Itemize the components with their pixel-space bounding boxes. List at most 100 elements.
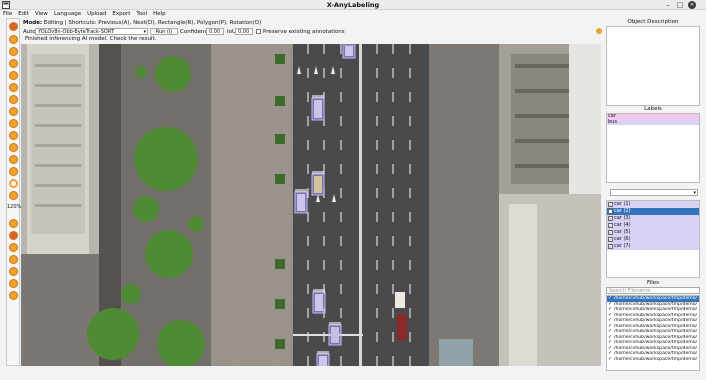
- title-bar: X-AnyLabeling – □ ✕: [0, 0, 706, 10]
- file-path: /home/cvhub/workspace/tmp/demo/: [614, 301, 698, 307]
- object-description-title: Object Description: [627, 19, 679, 25]
- annotation-box: [311, 173, 325, 196]
- mode-prefix: Mode:: [23, 20, 43, 26]
- confidence-input[interactable]: 0.00: [206, 28, 224, 35]
- image-canvas[interactable]: [21, 44, 601, 366]
- mode-panel: Mode: Editing | Shortcuts: Previous(A), …: [22, 19, 602, 44]
- brightness-icon[interactable]: [9, 243, 18, 252]
- annotation-box: [312, 291, 326, 314]
- save-icon[interactable]: [9, 71, 18, 80]
- ai-icon[interactable]: [9, 231, 18, 240]
- shape-item[interactable]: ✓ car (7): [607, 243, 699, 250]
- file-path: /home/cvhub/workspace/tmp/demo/: [614, 318, 698, 323]
- shape-visibility-checkbox[interactable]: ✓: [608, 244, 613, 249]
- zoom-value[interactable]: 120%: [7, 204, 21, 210]
- open-icon[interactable]: [9, 22, 18, 31]
- rectangle-icon[interactable]: [9, 83, 18, 92]
- run-indicator-icon: [596, 28, 602, 34]
- file-path: /home/cvhub/workspace/tmp/demo/: [614, 307, 698, 312]
- file-item[interactable]: ✓/home/cvhub/workspace/tmp/demo/: [607, 357, 699, 363]
- undo-icon[interactable]: [9, 167, 18, 176]
- status-bar: [0, 372, 706, 380]
- chevron-down-icon: ▾: [143, 29, 146, 35]
- auto-label: Auto: [23, 29, 36, 35]
- annotation-box: [316, 353, 330, 366]
- preserve-annotations-checkbox[interactable]: [256, 29, 261, 34]
- shape-item[interactable]: ✓ car (5): [607, 229, 699, 236]
- menu-file[interactable]: File: [0, 10, 15, 17]
- shape-visibility-checkbox[interactable]: ✓: [608, 237, 613, 242]
- shape-item-label: car (5): [614, 229, 631, 235]
- shape-item[interactable]: ✓ car (4): [607, 222, 699, 229]
- menu-view[interactable]: View: [32, 10, 51, 17]
- menu-edit[interactable]: Edit: [15, 10, 32, 17]
- mode-shortcuts: Editing | Shortcuts: Previous(A), Next(D…: [43, 20, 262, 26]
- shape-visibility-checkbox[interactable]: ✓: [608, 230, 613, 235]
- shape-item-label: car (3): [614, 215, 631, 221]
- menu-help[interactable]: Help: [150, 10, 169, 17]
- prev-image-icon[interactable]: [9, 59, 18, 68]
- shape-visibility-checkbox[interactable]: ✓: [608, 202, 613, 207]
- folder-icon[interactable]: [9, 35, 18, 44]
- shape-visibility-checkbox[interactable]: ✓: [608, 209, 613, 214]
- file-path: /home/cvhub/workspace/tmp/demo/: [614, 296, 698, 301]
- menu-bar: File Edit View Language Upload Export Tool Help: [0, 10, 706, 19]
- annotation-box: [342, 44, 356, 59]
- zoom-out-icon[interactable]: [9, 191, 18, 200]
- file-done-checkbox[interactable]: ✓: [608, 357, 612, 363]
- shape-item[interactable]: ✓ car (3): [607, 215, 699, 222]
- shape-item-label: car (7): [614, 243, 631, 249]
- file-path: /home/cvhub/workspace/tmp/demo/: [614, 312, 698, 318]
- line-icon[interactable]: [9, 131, 18, 140]
- run-button[interactable]: Run (i): [150, 28, 178, 35]
- shapes-list: ✓ car (1) ✓ car (2) ✓ car (3) ✓ car (4) ✓ car (5)…: [606, 200, 700, 278]
- menu-language[interactable]: Language: [51, 10, 84, 17]
- file-path: /home/cvhub/workspace/tmp/demo/: [614, 351, 698, 356]
- annotation-box: [311, 97, 325, 121]
- shape-item[interactable]: ✓ car (6): [607, 236, 699, 243]
- left-toolbar: 120%: [6, 18, 21, 366]
- next-image-icon[interactable]: [9, 47, 18, 56]
- menu-export[interactable]: Export: [109, 10, 133, 17]
- menu-tool[interactable]: Tool: [133, 10, 150, 17]
- iou-input[interactable]: 0.00: [235, 28, 253, 35]
- model-select[interactable]: YOLOv8n-Obb-ByteTrack-SORT ▾: [35, 28, 148, 35]
- shape-item-label: car (1): [614, 201, 631, 207]
- shape-item[interactable]: ✓ car (1): [607, 201, 699, 208]
- label-item-bus[interactable]: bus: [607, 119, 699, 125]
- preserve-annotations-label: Preserve existing annotations: [263, 29, 345, 35]
- close-button[interactable]: ✕: [688, 1, 696, 9]
- delete-icon[interactable]: [9, 279, 18, 288]
- info-icon[interactable]: [9, 267, 18, 276]
- model-select-value: YOLOv8n-Obb-ByteTrack-SORT: [38, 29, 115, 35]
- linestrip-icon[interactable]: [9, 155, 18, 164]
- minimize-button[interactable]: –: [664, 1, 672, 9]
- status-message: Finished inferencing AI model. Check the…: [25, 36, 157, 42]
- file-search-input[interactable]: Search Filename: [606, 287, 700, 294]
- chevron-down-icon: ▾: [693, 190, 696, 196]
- point-icon[interactable]: [9, 143, 18, 152]
- copy-icon[interactable]: [9, 291, 18, 300]
- shape-visibility-checkbox[interactable]: ✓: [608, 216, 613, 221]
- file-path: /home/cvhub/workspace/tmp/demo/: [614, 323, 698, 329]
- file-path: /home/cvhub/workspace/tmp/demo/: [614, 345, 698, 351]
- shape-visibility-checkbox[interactable]: ✓: [608, 223, 613, 228]
- annotation-box: [328, 324, 342, 346]
- menu-upload[interactable]: Upload: [84, 10, 109, 17]
- polygon-icon[interactable]: [9, 95, 18, 104]
- settings-icon[interactable]: [9, 255, 18, 264]
- shape-item-label: car (2): [614, 208, 631, 214]
- fit-window-icon[interactable]: [9, 219, 18, 228]
- maximize-button[interactable]: □: [676, 1, 684, 9]
- annotation-box: [294, 191, 308, 214]
- circle-icon[interactable]: [9, 119, 18, 128]
- rotation-icon[interactable]: [9, 107, 18, 116]
- object-description-box[interactable]: [606, 26, 700, 106]
- shape-item[interactable]: ✓ car (2): [607, 208, 699, 215]
- file-path: /home/cvhub/workspace/tmp/demo/: [614, 356, 698, 362]
- right-panel: Object Description Labels car bus ▾ ✓ car …: [604, 19, 702, 371]
- shape-item-label: car (4): [614, 222, 631, 228]
- file-search-placeholder: Search Filename: [609, 288, 651, 294]
- zoom-in-icon[interactable]: [9, 179, 18, 188]
- label-filter-combo[interactable]: ▾: [610, 189, 698, 196]
